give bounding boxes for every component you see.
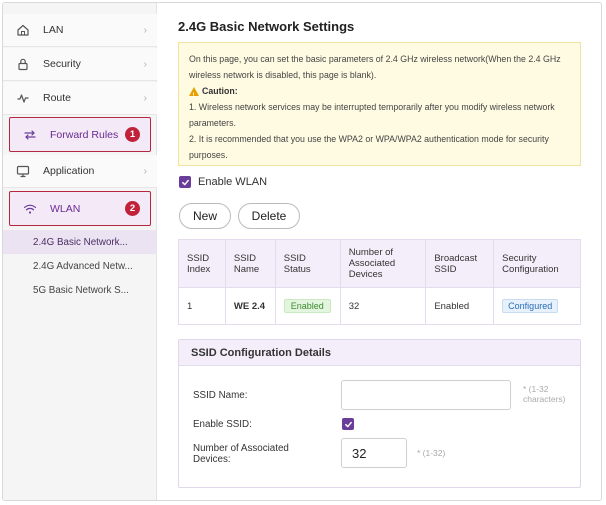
enable-wlan-label: Enable WLAN bbox=[198, 176, 268, 188]
enable-ssid-checkbox[interactable] bbox=[342, 418, 354, 430]
monitor-icon bbox=[15, 163, 31, 179]
sidebar-subitem-label: 5G Basic Network S... bbox=[33, 284, 129, 296]
ssid-name-label: SSID Name: bbox=[193, 390, 248, 401]
home-icon bbox=[15, 22, 31, 38]
chevron-right-icon: › bbox=[143, 58, 147, 70]
sidebar-item-label: Application bbox=[43, 165, 95, 177]
broadcast-cell: Enabled bbox=[425, 287, 495, 325]
enable-wlan-row: Enable WLAN bbox=[179, 176, 267, 188]
note-point: 2. It is recommended that you use the WP… bbox=[189, 134, 549, 160]
sidebar-item-label: LAN bbox=[43, 24, 64, 36]
note-point: 1. Wireless network services may be inte… bbox=[189, 102, 555, 128]
sidebar-subitem-5g-basic[interactable]: 5G Basic Network S... bbox=[3, 278, 157, 302]
panel-title: SSID Configuration Details bbox=[179, 340, 580, 366]
table-header-row: SSID Index SSID Name SSID Status Number … bbox=[178, 239, 581, 288]
ssid-name-input[interactable] bbox=[341, 380, 511, 410]
sidebar-item-wlan[interactable]: WLAN 2 bbox=[9, 191, 151, 226]
table-row[interactable]: 1 WE 2.4 Enabled 32 Enabled Configured bbox=[178, 287, 581, 325]
enable-ssid-label: Enable SSID: bbox=[193, 419, 252, 430]
status-badge: Enabled bbox=[283, 299, 331, 313]
devices-hint: * (1-32) bbox=[417, 448, 446, 458]
page-title: 2.4G Basic Network Settings bbox=[178, 19, 355, 34]
security-badge: Configured bbox=[502, 299, 559, 313]
ssid-status-cell: Enabled bbox=[274, 287, 341, 325]
notification-badge: 2 bbox=[125, 201, 140, 216]
chevron-right-icon: › bbox=[143, 24, 147, 36]
checkmark-icon bbox=[181, 179, 189, 185]
lock-icon bbox=[15, 56, 31, 72]
sidebar-item-forward-rules[interactable]: Forward Rules 1 bbox=[9, 117, 151, 152]
column-header: SSID Name bbox=[224, 239, 276, 288]
sidebar-subitem-label: 2.4G Advanced Netw... bbox=[33, 260, 133, 272]
devices-label: Number of Associated Devices: bbox=[193, 443, 289, 465]
sidebar-item-label: Security bbox=[43, 58, 81, 70]
app-frame: LAN › Security › Route › Forward Rules 1 bbox=[2, 2, 602, 501]
column-header: SSID Status bbox=[274, 239, 341, 288]
devices-cell: 32 bbox=[339, 287, 427, 325]
new-button[interactable]: New bbox=[179, 203, 231, 229]
forward-icon bbox=[22, 127, 38, 143]
chevron-right-icon: › bbox=[143, 165, 147, 177]
column-header: Broadcast SSID bbox=[425, 239, 495, 288]
info-note: On this page, you can set the basic para… bbox=[178, 42, 581, 166]
checkmark-icon bbox=[344, 421, 352, 427]
enable-wlan-checkbox[interactable] bbox=[179, 176, 191, 188]
sidebar-item-label: WLAN bbox=[50, 202, 81, 215]
devices-input[interactable] bbox=[341, 438, 407, 468]
ssid-details-panel: SSID Configuration Details SSID Name: * … bbox=[178, 339, 581, 488]
sidebar-subitem-24g-basic[interactable]: 2.4G Basic Network... bbox=[3, 230, 157, 254]
caution-heading: Caution: bbox=[189, 83, 570, 104]
ssid-table: SSID Index SSID Name SSID Status Number … bbox=[178, 239, 581, 325]
sidebar-item-lan[interactable]: LAN › bbox=[3, 14, 157, 47]
caution-label: Caution: bbox=[202, 86, 238, 96]
sidebar-item-label: Route bbox=[43, 92, 72, 104]
sidebar-item-application[interactable]: Application › bbox=[3, 155, 157, 188]
ssid-index-cell: 1 bbox=[178, 287, 226, 325]
security-cell: Configured bbox=[493, 287, 581, 325]
column-header: SSID Index bbox=[178, 239, 226, 288]
notification-badge: 1 bbox=[125, 127, 140, 142]
sidebar-subitem-24g-advanced[interactable]: 2.4G Advanced Netw... bbox=[3, 254, 157, 278]
main-content: 2.4G Basic Network Settings On this page… bbox=[158, 3, 601, 500]
sidebar: LAN › Security › Route › Forward Rules 1 bbox=[3, 3, 157, 500]
route-icon bbox=[15, 90, 31, 106]
chevron-right-icon: › bbox=[143, 92, 147, 104]
warning-icon bbox=[189, 86, 199, 104]
ssid-name-cell: WE 2.4 bbox=[224, 287, 276, 325]
wifi-icon bbox=[22, 201, 38, 217]
note-text: On this page, you can set the basic para… bbox=[189, 54, 561, 80]
column-header: Security Configuration bbox=[493, 239, 581, 288]
ssid-name-hint: * (1-32 characters) bbox=[523, 384, 566, 404]
delete-button[interactable]: Delete bbox=[238, 203, 300, 229]
sidebar-subitem-label: 2.4G Basic Network... bbox=[33, 236, 128, 248]
sidebar-item-label: Forward Rules bbox=[50, 128, 119, 141]
sidebar-item-route[interactable]: Route › bbox=[3, 82, 157, 115]
sidebar-item-security[interactable]: Security › bbox=[3, 48, 157, 81]
column-header: Number of Associated Devices bbox=[339, 239, 427, 288]
